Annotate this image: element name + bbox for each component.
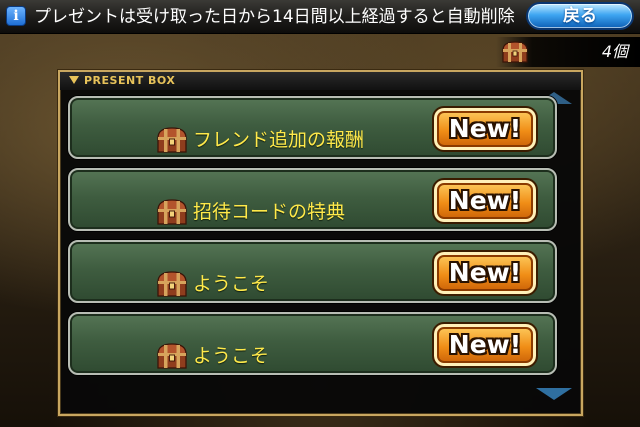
new-badge-label: New! bbox=[448, 330, 522, 359]
new-badge-label: New! bbox=[448, 258, 522, 287]
new-badge-label: New! bbox=[448, 114, 522, 143]
new-badge-label: New! bbox=[448, 186, 522, 215]
new-badge: New! bbox=[432, 106, 538, 152]
scroll-down-arrow-icon[interactable] bbox=[536, 388, 572, 400]
back-button[interactable]: 戻る bbox=[526, 2, 634, 30]
treasure-chest-icon bbox=[157, 199, 187, 225]
new-badge: New! bbox=[432, 322, 538, 368]
present-item-label: 招待コードの特典 bbox=[193, 201, 346, 223]
present-item[interactable]: ようこそ New! bbox=[68, 312, 557, 375]
present-box-title: PRESENT BOX bbox=[84, 74, 176, 87]
treasure-chest-icon bbox=[157, 271, 187, 297]
game-screen: i プレゼントは受け取った日から14日間以上経過すると自動削除 戻る 4個 PR… bbox=[0, 0, 640, 427]
triangle-down-icon bbox=[69, 76, 79, 84]
present-count: 4個 bbox=[601, 42, 628, 61]
info-icon[interactable]: i bbox=[6, 6, 26, 26]
present-item[interactable]: フレンド追加の報酬 New! bbox=[68, 96, 557, 159]
treasure-chest-icon bbox=[157, 127, 187, 153]
treasure-chest-icon bbox=[157, 343, 187, 369]
present-item-label: ようこそ bbox=[193, 273, 270, 295]
new-badge: New! bbox=[432, 178, 538, 224]
notice-bar: i プレゼントは受け取った日から14日間以上経過すると自動削除 戻る bbox=[0, 0, 640, 34]
present-item[interactable]: ようこそ New! bbox=[68, 240, 557, 303]
present-count-bar: 4個 bbox=[496, 37, 640, 67]
present-item-label: ようこそ bbox=[193, 345, 270, 367]
new-badge: New! bbox=[432, 250, 538, 296]
treasure-chest-icon bbox=[502, 41, 528, 63]
present-item-label: フレンド追加の報酬 bbox=[193, 129, 365, 151]
notice-text: プレゼントは受け取った日から14日間以上経過すると自動削除 bbox=[34, 7, 515, 27]
present-box-header: PRESENT BOX bbox=[60, 72, 581, 90]
present-item[interactable]: 招待コードの特典 New! bbox=[68, 168, 557, 231]
